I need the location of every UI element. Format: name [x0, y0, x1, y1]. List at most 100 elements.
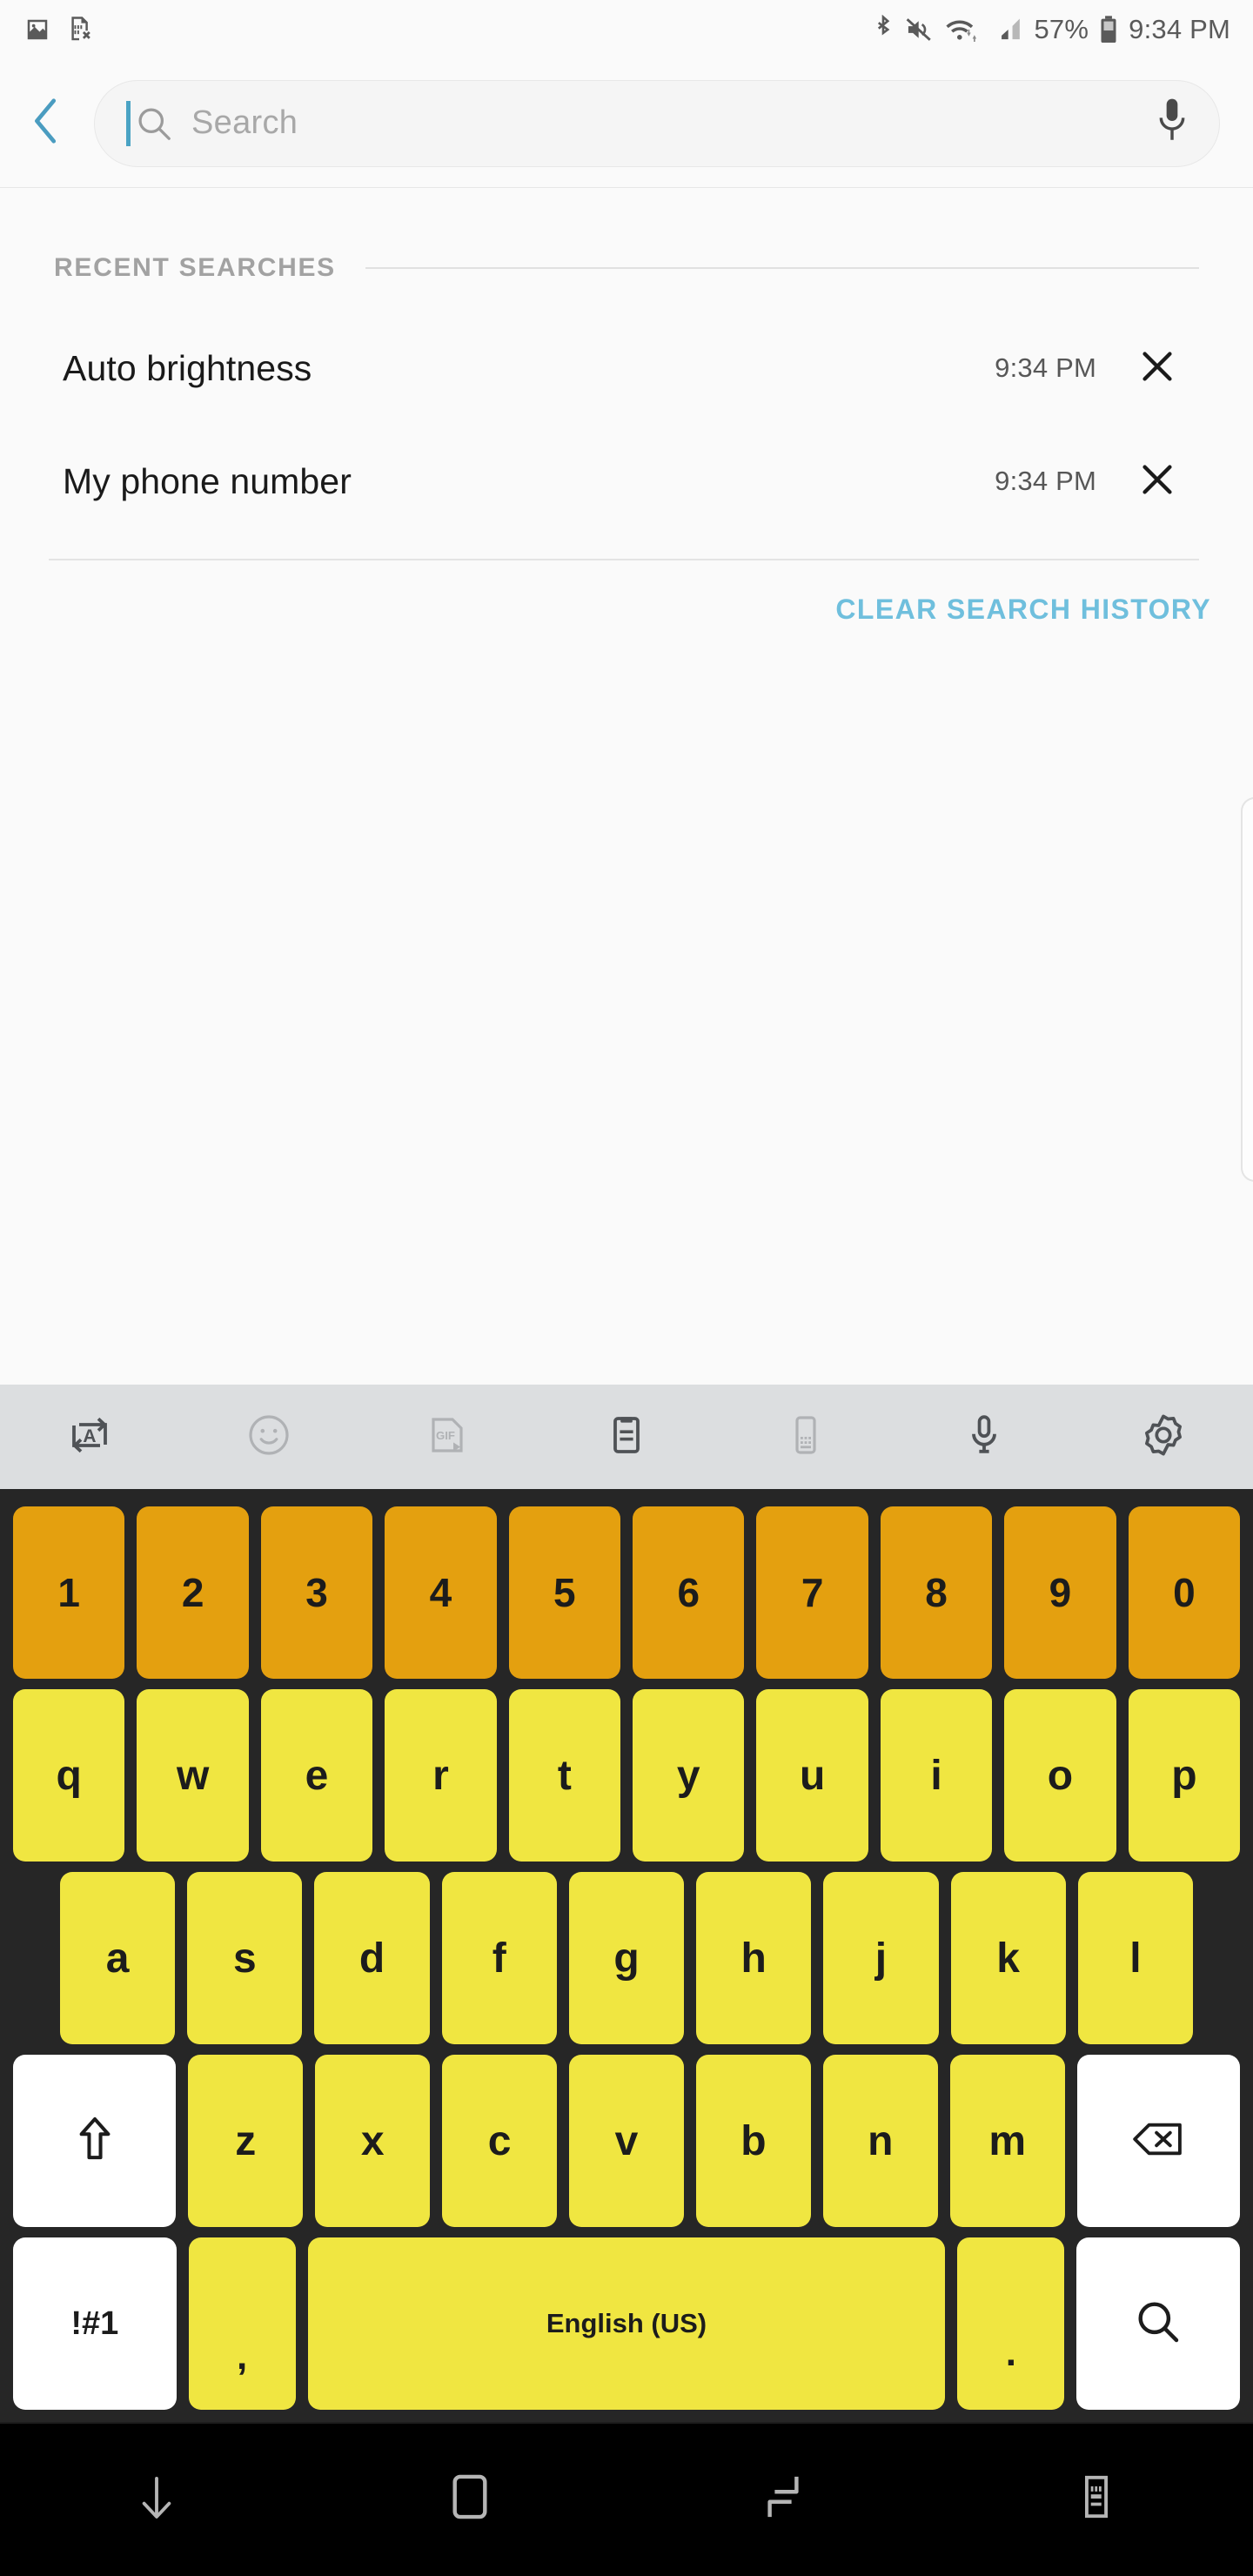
settings-gear-icon: [1140, 1412, 1187, 1463]
key-q[interactable]: q: [13, 1689, 125, 1862]
search-enter-key[interactable]: [1076, 2237, 1240, 2410]
key-9[interactable]: 9: [1004, 1506, 1116, 1679]
comma-key[interactable]: ,: [188, 2237, 296, 2410]
list-item[interactable]: Auto brightness 9:34 PM: [0, 312, 1253, 425]
mute-icon: [905, 16, 935, 44]
key-j[interactable]: j: [823, 1872, 939, 2044]
period-key[interactable]: .: [957, 2237, 1065, 2410]
sim-card-off-icon: [66, 16, 92, 44]
keyboard-toolbar: A GIF: [0, 1385, 1253, 1489]
back-chevron-icon: [26, 94, 68, 152]
key-w[interactable]: w: [137, 1689, 249, 1862]
keyboard-layout-icon: [783, 1412, 828, 1462]
key-l[interactable]: l: [1077, 1872, 1193, 2044]
symbols-key[interactable]: !#1: [13, 2237, 177, 2410]
key-p[interactable]: p: [1128, 1689, 1241, 1862]
home-button[interactable]: [313, 2472, 626, 2526]
shift-key[interactable]: [13, 2055, 177, 2227]
clipboard-button[interactable]: [537, 1412, 716, 1462]
key-k[interactable]: k: [950, 1872, 1066, 2044]
key-y[interactable]: y: [633, 1689, 745, 1862]
space-key[interactable]: English (US): [307, 2237, 946, 2410]
key-a[interactable]: a: [60, 1872, 176, 2044]
key-1[interactable]: 1: [13, 1506, 125, 1679]
key-0[interactable]: 0: [1128, 1506, 1241, 1679]
key-h[interactable]: h: [696, 1872, 812, 2044]
emoji-button[interactable]: [179, 1412, 358, 1462]
edge-panel-handle[interactable]: [1241, 797, 1253, 1182]
clear-history-row: CLEAR SEARCH HISTORY: [0, 560, 1253, 658]
remove-recent-search-button[interactable]: [1116, 439, 1199, 523]
keyboard-switch-button[interactable]: [940, 2472, 1253, 2526]
keyboard-row-space: !#1 , English (US) .: [7, 2237, 1246, 2410]
keyboard-settings-button[interactable]: [1074, 1412, 1253, 1463]
key-s[interactable]: s: [187, 1872, 303, 2044]
search-icon: [1134, 2298, 1183, 2351]
section-title: RECENT SEARCHES: [54, 253, 336, 282]
keyboard-switch-icon: [1075, 2472, 1117, 2526]
remove-recent-search-button[interactable]: [1116, 326, 1199, 410]
recent-search-time: 9:34 PM: [995, 352, 1096, 383]
hide-keyboard-down-arrow-icon: [137, 2470, 177, 2528]
back-button[interactable]: [0, 59, 94, 188]
key-3[interactable]: 3: [260, 1506, 373, 1679]
search-placeholder: Search: [191, 104, 298, 141]
key-d[interactable]: d: [314, 1872, 430, 2044]
key-5[interactable]: 5: [508, 1506, 621, 1679]
key-r[interactable]: r: [385, 1689, 497, 1862]
key-m[interactable]: m: [949, 2055, 1065, 2227]
navigation-bar: [0, 2422, 1253, 2576]
key-n[interactable]: n: [822, 2055, 938, 2227]
key-8[interactable]: 8: [880, 1506, 993, 1679]
text-cursor: [126, 100, 131, 146]
key-2[interactable]: 2: [137, 1506, 249, 1679]
keyboard-row-bottom: z x c v b n m: [7, 2055, 1246, 2227]
key-v[interactable]: v: [569, 2055, 684, 2227]
svg-text:GIF: GIF: [436, 1429, 455, 1442]
key-o[interactable]: o: [1004, 1689, 1116, 1862]
recent-searches-header: RECENT SEARCHES: [0, 225, 1253, 312]
key-f[interactable]: f: [441, 1872, 557, 2044]
key-g[interactable]: g: [568, 1872, 685, 2044]
key-i[interactable]: i: [880, 1689, 993, 1862]
microphone-icon: [1155, 96, 1189, 151]
clear-search-history-button[interactable]: CLEAR SEARCH HISTORY: [835, 594, 1211, 626]
search-content-area: RECENT SEARCHES Auto brightness 9:34 PM …: [0, 188, 1253, 1385]
voice-search-button[interactable]: [1155, 96, 1189, 151]
wifi-icon: [945, 15, 982, 44]
key-7[interactable]: 7: [756, 1506, 868, 1679]
status-bar-left-icons: [24, 16, 92, 44]
home-icon: [448, 2472, 492, 2526]
clipboard-icon: [604, 1412, 649, 1462]
backspace-key[interactable]: [1076, 2055, 1240, 2227]
svg-text:A: A: [83, 1426, 96, 1446]
bluetooth-icon: [872, 15, 895, 44]
close-x-icon: [1137, 460, 1177, 504]
key-z[interactable]: z: [188, 2055, 304, 2227]
key-u[interactable]: u: [756, 1689, 868, 1862]
backspace-icon: [1131, 2119, 1185, 2163]
key-4[interactable]: 4: [385, 1506, 497, 1679]
key-e[interactable]: e: [260, 1689, 373, 1862]
gif-button[interactable]: GIF: [358, 1412, 537, 1462]
hide-keyboard-button[interactable]: [0, 2470, 313, 2528]
recent-search-label: My phone number: [63, 460, 352, 501]
search-header: Search: [0, 59, 1253, 188]
clock-label: 9:34 PM: [1129, 14, 1230, 44]
recents-button[interactable]: [626, 2472, 940, 2526]
keyboard-row-home: a s d f g h j k l: [7, 1872, 1246, 2044]
translate-button[interactable]: A: [0, 1412, 179, 1462]
key-t[interactable]: t: [508, 1689, 621, 1862]
keyboard-layout-button[interactable]: [716, 1412, 895, 1462]
key-b[interactable]: b: [695, 2055, 811, 2227]
key-6[interactable]: 6: [633, 1506, 745, 1679]
list-item[interactable]: My phone number 9:34 PM: [0, 425, 1253, 538]
key-c[interactable]: c: [442, 2055, 558, 2227]
key-x[interactable]: x: [315, 2055, 431, 2227]
search-icon: [134, 104, 174, 144]
recent-search-label: Auto brightness: [63, 347, 312, 388]
voice-input-button[interactable]: [895, 1412, 1075, 1462]
search-input[interactable]: Search: [94, 79, 1220, 167]
translate-icon: A: [67, 1412, 112, 1462]
battery-percent-label: 57%: [1034, 14, 1089, 44]
